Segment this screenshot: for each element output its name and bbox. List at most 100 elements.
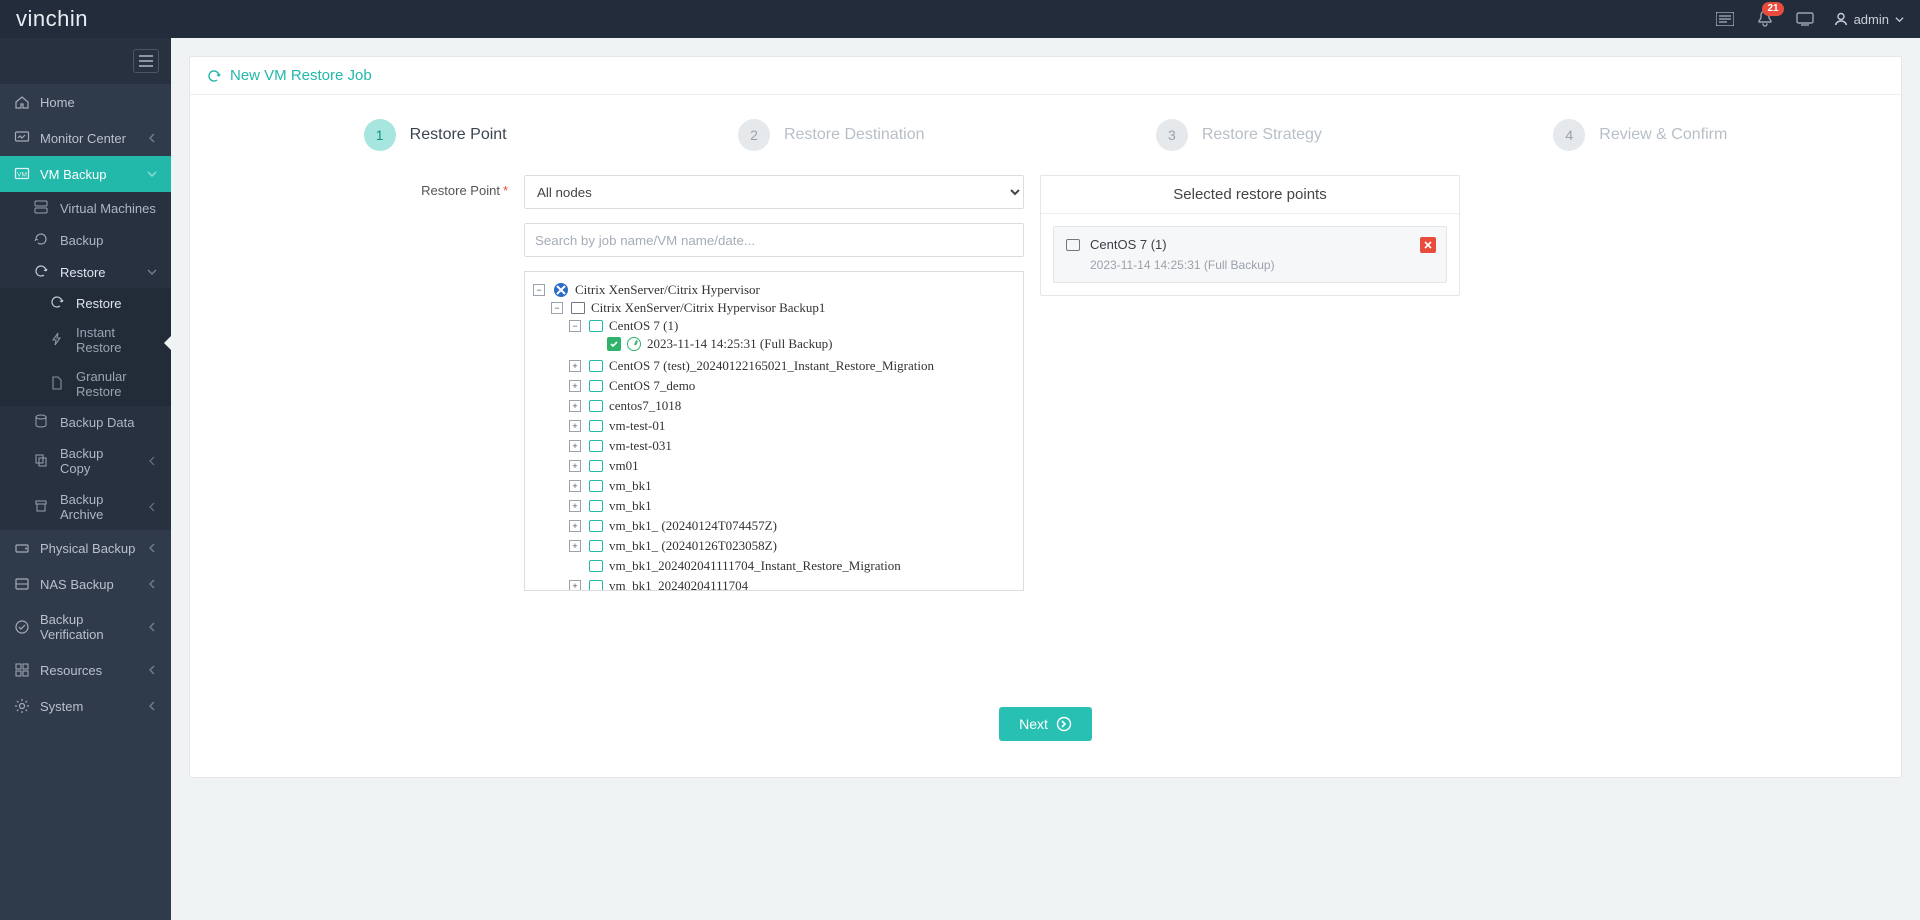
nav-instant-restore[interactable]: Instant Restore xyxy=(0,318,171,362)
tree-job[interactable]: Citrix XenServer/Citrix Hypervisor Backu… xyxy=(591,300,825,316)
bell-icon[interactable]: 21 xyxy=(1754,8,1776,30)
tree-vm[interactable]: CentOS 7 (1) xyxy=(609,318,678,334)
nav-granular-restore[interactable]: Granular Restore xyxy=(0,362,171,406)
tree-toggle[interactable]: + xyxy=(569,480,581,492)
nav-restore[interactable]: Restore xyxy=(0,256,171,288)
platform-icon xyxy=(553,282,569,298)
tree-vm[interactable]: vm_bk1 xyxy=(609,498,652,514)
search-input[interactable] xyxy=(524,223,1024,257)
user-name: admin xyxy=(1854,12,1889,27)
nas-icon xyxy=(14,576,30,592)
panel-heading: New VM Restore Job xyxy=(190,57,1901,95)
brand-logo: vinchin xyxy=(16,6,88,32)
tree-toggle[interactable]: + xyxy=(569,360,581,372)
restore-point-label: Restore Point* xyxy=(208,175,508,591)
nav-monitor[interactable]: Monitor Center xyxy=(0,120,171,156)
tree-toggle[interactable]: + xyxy=(569,440,581,452)
tree-toggle[interactable]: − xyxy=(533,284,545,296)
vm-icon xyxy=(589,480,603,492)
nav-nas-backup[interactable]: NAS Backup xyxy=(0,566,171,602)
tree-vm[interactable]: vm-test-01 xyxy=(609,418,665,434)
sidebar: Home Monitor Center VM VM Backup Virtual… xyxy=(0,38,171,920)
step-4[interactable]: 4Review & Confirm xyxy=(1553,119,1727,151)
restore-icon xyxy=(50,295,66,311)
vm-icon xyxy=(589,520,603,532)
nav-backup-data[interactable]: Backup Data xyxy=(0,406,171,438)
tree-toggle[interactable]: + xyxy=(569,380,581,392)
refresh-icon xyxy=(34,232,50,248)
tree-vm[interactable]: vm_bk1_202402041111704_Instant_Restore_M… xyxy=(609,558,901,574)
tree-vm[interactable]: centos7_1018 xyxy=(609,398,681,414)
remove-selected-button[interactable] xyxy=(1420,237,1436,253)
bolt-icon xyxy=(50,332,66,348)
nav-restore-sub[interactable]: Restore xyxy=(0,288,171,318)
tree-toggle[interactable]: + xyxy=(569,520,581,532)
vm-icon xyxy=(589,420,603,432)
tree-toggle[interactable]: + xyxy=(569,460,581,472)
nav-home[interactable]: Home xyxy=(0,84,171,120)
nav-backup[interactable]: Backup xyxy=(0,224,171,256)
chevron-left-icon xyxy=(147,133,157,143)
tree-vm[interactable]: vm01 xyxy=(609,458,639,474)
hdd-icon xyxy=(14,540,30,556)
tree-toggle[interactable]: + xyxy=(569,540,581,552)
tree-vm[interactable]: vm_bk1_20240204111704 xyxy=(609,578,748,591)
vm-icon xyxy=(589,580,603,591)
archive-icon xyxy=(34,499,50,515)
selected-item-name: CentOS 7 (1) xyxy=(1090,237,1167,252)
tasks-icon[interactable] xyxy=(1714,8,1736,30)
check-icon[interactable] xyxy=(607,337,621,351)
monitor-icon xyxy=(14,130,30,146)
vm-icon xyxy=(589,500,603,512)
chevron-left-icon xyxy=(147,502,157,512)
tree-vm[interactable]: CentOS 7 (test)_20240122165021_Instant_R… xyxy=(609,358,934,374)
nav-vm-backup[interactable]: VM VM Backup xyxy=(0,156,171,192)
restore-icon xyxy=(34,264,50,280)
vm-icon xyxy=(589,540,603,552)
chevron-down-icon xyxy=(147,267,157,277)
nav-system[interactable]: System xyxy=(0,688,171,724)
tree-vm[interactable]: vm_bk1_ (20240126T023058Z) xyxy=(609,538,777,554)
step-2[interactable]: 2Restore Destination xyxy=(738,119,925,151)
tree-platform[interactable]: Citrix XenServer/Citrix Hypervisor xyxy=(575,282,760,298)
vm-icon xyxy=(589,440,603,452)
selected-item: CentOS 7 (1) 2023-11-14 14:25:31 (Full B… xyxy=(1053,226,1447,283)
chevron-left-icon xyxy=(147,579,157,589)
vm-icon xyxy=(589,320,603,332)
tree-vm[interactable]: vm-test-031 xyxy=(609,438,672,454)
home-icon xyxy=(14,94,30,110)
stepper: 1Restore Point 2Restore Destination 3Res… xyxy=(208,113,1883,175)
tree-vm[interactable]: vm_bk1_ (20240124T074457Z) xyxy=(609,518,777,534)
nav-resources[interactable]: Resources xyxy=(0,652,171,688)
chevron-down-icon xyxy=(1895,15,1904,24)
nav-backup-verification[interactable]: Backup Verification xyxy=(0,602,171,652)
sidebar-toggle[interactable] xyxy=(133,49,159,73)
gear-icon xyxy=(14,698,30,714)
tree-restore-point[interactable]: 2023-11-14 14:25:31 (Full Backup) xyxy=(647,336,832,352)
tree-toggle[interactable]: − xyxy=(569,320,581,332)
selected-panel: Selected restore points CentOS 7 (1) 202… xyxy=(1040,175,1460,296)
tree-toggle[interactable]: + xyxy=(569,580,581,591)
grid-icon xyxy=(14,662,30,678)
user-menu[interactable]: admin xyxy=(1834,12,1904,27)
tree-toggle[interactable]: + xyxy=(569,500,581,512)
node-select[interactable]: All nodes xyxy=(524,175,1024,209)
tree-toggle[interactable]: − xyxy=(551,302,563,314)
nav-backup-copy[interactable]: Backup Copy xyxy=(0,438,171,484)
tree-toggle[interactable]: + xyxy=(569,420,581,432)
vm-icon xyxy=(1066,239,1080,251)
chevron-left-icon xyxy=(147,622,157,632)
nav-virtual-machines[interactable]: Virtual Machines xyxy=(0,192,171,224)
tree-toggle[interactable]: + xyxy=(569,400,581,412)
restore-point-tree[interactable]: − Citrix XenServer/Citrix Hypervisor − xyxy=(524,271,1024,591)
next-button[interactable]: Next xyxy=(999,707,1092,741)
step-1[interactable]: 1Restore Point xyxy=(364,119,507,151)
tree-vm[interactable]: vm_bk1 xyxy=(609,478,652,494)
job-icon xyxy=(571,302,585,314)
screen-icon[interactable] xyxy=(1794,8,1816,30)
nav-physical-backup[interactable]: Physical Backup xyxy=(0,530,171,566)
tree-vm[interactable]: CentOS 7_demo xyxy=(609,378,695,394)
page-title: New VM Restore Job xyxy=(230,67,372,84)
step-3[interactable]: 3Restore Strategy xyxy=(1156,119,1322,151)
nav-backup-archive[interactable]: Backup Archive xyxy=(0,484,171,530)
